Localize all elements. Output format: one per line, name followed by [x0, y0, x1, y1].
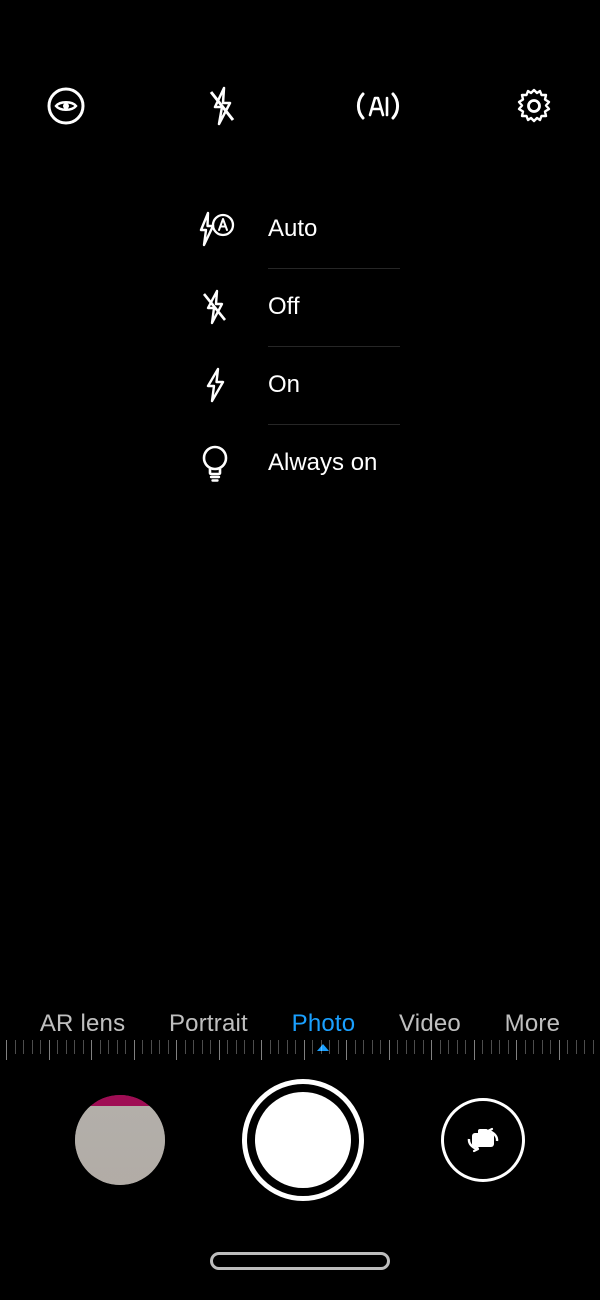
- flash-auto-icon: [195, 211, 235, 247]
- mode-video[interactable]: Video: [399, 1010, 461, 1038]
- flash-option-off[interactable]: Off: [190, 268, 390, 346]
- gear-icon: [515, 87, 553, 125]
- flash-option-label: On: [268, 371, 300, 399]
- shutter-button[interactable]: [242, 1079, 364, 1201]
- ai-icon: [356, 86, 400, 126]
- flash-off-icon: [205, 86, 239, 126]
- flash-on-icon: [202, 367, 228, 403]
- camera-screen: Auto Off On: [0, 0, 600, 1300]
- thumbnail-image: [75, 1095, 165, 1185]
- shutter-inner: [255, 1092, 351, 1188]
- switch-camera-icon: [463, 1123, 503, 1157]
- zoom-ruler[interactable]: [0, 1040, 600, 1062]
- gallery-thumbnail[interactable]: [75, 1095, 165, 1185]
- mode-photo[interactable]: Photo: [292, 1010, 356, 1038]
- flash-option-label: Always on: [268, 449, 377, 477]
- bottom-controls: [0, 1070, 600, 1210]
- flash-menu: Auto Off On: [190, 190, 390, 502]
- settings-button[interactable]: [510, 82, 558, 130]
- home-indicator[interactable]: [210, 1252, 390, 1270]
- switch-camera-button[interactable]: [441, 1098, 525, 1182]
- flash-option-auto[interactable]: Auto: [190, 190, 390, 268]
- flash-option-label: Off: [268, 293, 300, 321]
- flash-toggle-button[interactable]: [198, 82, 246, 130]
- flash-option-label: Auto: [268, 215, 317, 243]
- ai-mode-button[interactable]: [354, 82, 402, 130]
- live-photo-button[interactable]: [42, 82, 90, 130]
- mode-more[interactable]: More: [505, 1010, 560, 1038]
- flash-off-icon: [200, 289, 230, 325]
- mode-portrait[interactable]: Portrait: [169, 1010, 248, 1038]
- mode-selector: AR lens Portrait Photo Video More: [0, 1010, 600, 1038]
- bulb-icon: [199, 444, 231, 482]
- top-toolbar: [0, 78, 600, 134]
- mode-ar-lens[interactable]: AR lens: [40, 1010, 125, 1038]
- eye-icon: [46, 86, 86, 126]
- flash-option-always-on[interactable]: Always on: [190, 424, 390, 502]
- flash-option-on[interactable]: On: [190, 346, 390, 424]
